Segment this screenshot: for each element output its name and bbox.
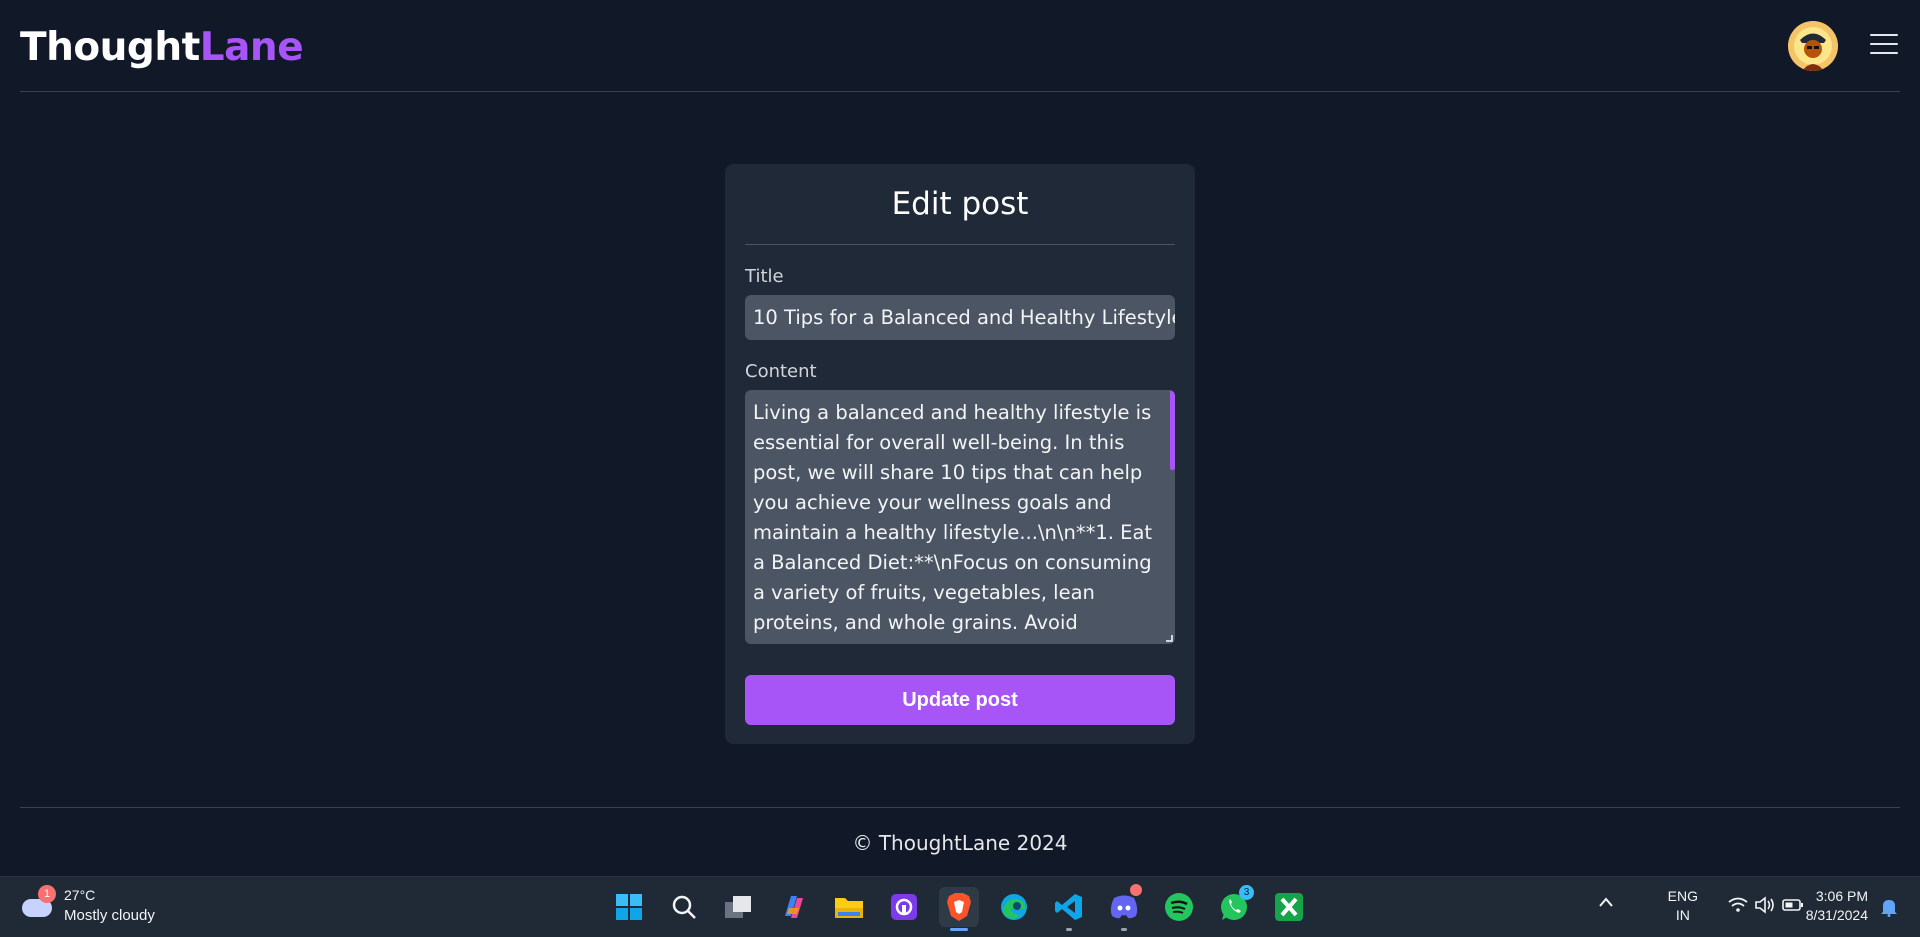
edge-browser-icon[interactable] <box>994 887 1034 927</box>
weather-notification-badge: 1 <box>38 885 56 903</box>
site-logo[interactable]: ThoughtLane <box>20 25 304 70</box>
xbox-icon[interactable] <box>1269 887 1309 927</box>
search-icon[interactable] <box>664 887 704 927</box>
system-tray: ENG IN 3:06 PM 8/31/2024 <box>1580 877 1920 937</box>
footer-divider <box>20 807 1900 808</box>
weather-description: Mostly cloudy <box>64 907 155 924</box>
show-hidden-icons-chevron-up-icon[interactable] <box>1598 895 1614 913</box>
start-icon[interactable] <box>609 887 649 927</box>
language-code: ENG <box>1667 888 1698 904</box>
logo-text-thought: Thought <box>20 25 200 70</box>
notification-bell-icon[interactable] <box>1880 897 1898 922</box>
weather-temperature: 27°C <box>64 887 96 903</box>
update-post-button[interactable]: Update post <box>745 675 1175 725</box>
site-header: ThoughtLane <box>20 0 1900 92</box>
discord-notification-dot <box>1130 884 1142 896</box>
clock-date: 8/31/2024 <box>1805 907 1868 923</box>
taskbar: 1 27°C Mostly cloudy 3 ENG IN 3:06 PM 8/… <box>0 876 1920 937</box>
title-label: Title <box>745 266 784 287</box>
vscode-icon[interactable] <box>1049 887 1089 931</box>
proton-vpn-icon[interactable] <box>884 887 924 927</box>
resize-handle-icon[interactable] <box>1166 635 1173 642</box>
page-title: Edit post <box>891 186 1029 222</box>
user-avatar[interactable] <box>1788 21 1838 71</box>
running-indicator <box>1121 928 1127 931</box>
running-indicator <box>1066 928 1072 931</box>
battery-icon[interactable] <box>1782 898 1804 917</box>
language-region: IN <box>1675 907 1690 923</box>
task-view-icon[interactable] <box>719 887 759 927</box>
edit-post-card: Edit post Title 10 Tips for a Balanced a… <box>725 164 1195 744</box>
title-input[interactable]: 10 Tips for a Balanced and Healthy Lifes… <box>745 295 1175 340</box>
footer-copyright: © ThoughtLane 2024 <box>852 831 1068 855</box>
taskbar-clock[interactable]: 3:06 PM 8/31/2024 <box>1806 887 1868 925</box>
wifi-icon[interactable] <box>1728 897 1748 918</box>
discord-icon[interactable] <box>1104 884 1144 931</box>
card-divider <box>745 244 1175 245</box>
volume-icon[interactable] <box>1754 896 1776 919</box>
whatsapp-notification-badge: 3 <box>1239 885 1254 900</box>
language-indicator[interactable]: ENG IN <box>1668 887 1698 925</box>
weather-widget[interactable]: 1 27°C Mostly cloudy <box>22 885 202 929</box>
spotify-icon[interactable] <box>1159 887 1199 927</box>
content-label: Content <box>745 361 817 382</box>
logo-text-lane: Lane <box>199 25 304 70</box>
content-textarea[interactable]: Living a balanced and healthy lifestyle … <box>745 390 1175 644</box>
brave-browser-icon[interactable] <box>939 887 979 931</box>
file-explorer-icon[interactable] <box>829 887 869 927</box>
whatsapp-icon[interactable]: 3 <box>1214 885 1254 927</box>
content-text: Living a balanced and healthy lifestyle … <box>753 401 1153 644</box>
textarea-scrollbar[interactable] <box>1170 390 1175 470</box>
active-indicator <box>950 928 968 931</box>
copilot-icon[interactable] <box>774 887 814 927</box>
clock-time: 3:06 PM <box>1815 888 1868 904</box>
hamburger-menu-icon[interactable] <box>1870 34 1898 56</box>
